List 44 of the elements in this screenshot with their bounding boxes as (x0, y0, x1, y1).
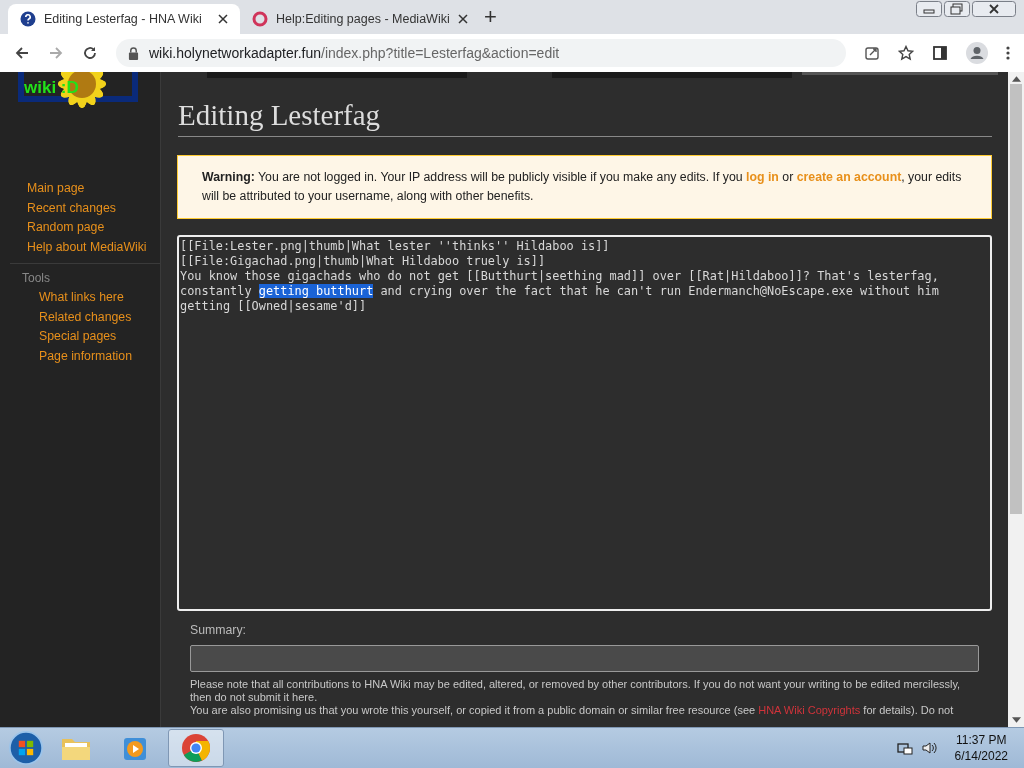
new-tab-button[interactable]: + (472, 4, 509, 34)
profile-icon[interactable] (966, 42, 988, 64)
restore-icon[interactable] (944, 1, 970, 17)
ring-icon (252, 11, 268, 27)
summary-field[interactable] (190, 645, 979, 672)
reload-icon[interactable] (82, 45, 98, 61)
tool-link[interactable]: Page information (22, 348, 160, 364)
nav-link[interactable]: Help about MediaWiki (27, 239, 160, 255)
volume-icon[interactable] (920, 740, 937, 756)
nav-link[interactable]: Main page (27, 181, 160, 197)
tool-link[interactable]: Special pages (22, 329, 160, 345)
close-icon[interactable] (218, 14, 228, 24)
scroll-down-icon[interactable] (1011, 717, 1021, 723)
scroll-up-icon[interactable] (1011, 76, 1021, 82)
start-button[interactable] (8, 730, 44, 766)
scrollbar[interactable] (1008, 72, 1024, 727)
nav-link[interactable]: Random page (27, 220, 160, 236)
tool-link[interactable]: Related changes (22, 309, 160, 325)
network-icon[interactable] (896, 740, 913, 756)
page-title: Editing Lesterfag (178, 98, 992, 137)
back-icon[interactable] (14, 45, 30, 61)
close-icon[interactable] (457, 14, 468, 24)
clock-time: 11:37 PM (956, 732, 1007, 748)
browser-tab[interactable]: Editing Lesterfag - HNA Wiki (8, 4, 240, 34)
side-panel-icon[interactable] (932, 45, 948, 61)
contribution-notice: Please note that all contributions to HNA Wiki may be edited, altered, or removed by other contributors. If you do not want your writing to be edited mercilessly, then do not submit it here. (190, 678, 962, 704)
nav-link[interactable]: Recent changes (27, 200, 160, 216)
warning-message: Warning: You are not logged in. Your IP address will be publicly visible if you make any edits. If you log in or create an account, your edits will be attributed to your username, along with other benefits. (177, 155, 992, 219)
menu-icon[interactable] (1006, 45, 1010, 61)
summary-label: Summary: (190, 623, 248, 637)
minimize-icon[interactable] (916, 1, 942, 17)
copyright-notice: You are also promising us that you wrote this yourself, or copied it from a public domain or similar free resource (see HNA Wiki Copyrights for details). Do not (190, 704, 955, 717)
browser-tab[interactable]: Help:Editing pages - MediaWiki (240, 4, 472, 34)
browser-icon[interactable] (181, 733, 211, 763)
tool-link[interactable]: What links here (22, 290, 160, 306)
clock-date: 6/14/2022 (954, 748, 1008, 764)
tools-heading: Tools (22, 271, 51, 286)
address-bar[interactable]: wiki.holynetworkadapter.fun/index.php?title=Lesterfag&action=edit (116, 39, 846, 67)
edit-textarea[interactable]: [[File:Lester.png|thumb|What lester ''thinks'' Hildaboo is]] [[File:Gigachad.png|thumb|What Hildaboo truely is]] You know those gigachads who do not get [[Butthurt|seething mad]] over [[Rat|Hildaboo]]? That's lesterfag, constantly getting butthurt and crying over the fact that he can't run Endermanch@NoEscape.exe without him getting [[Owned|sesame'd]] (177, 235, 992, 611)
star-icon[interactable] (898, 45, 914, 61)
share-icon[interactable] (864, 45, 880, 61)
lock-icon (128, 46, 139, 60)
close-icon[interactable] (972, 1, 1016, 17)
question-mark-icon (20, 11, 36, 27)
